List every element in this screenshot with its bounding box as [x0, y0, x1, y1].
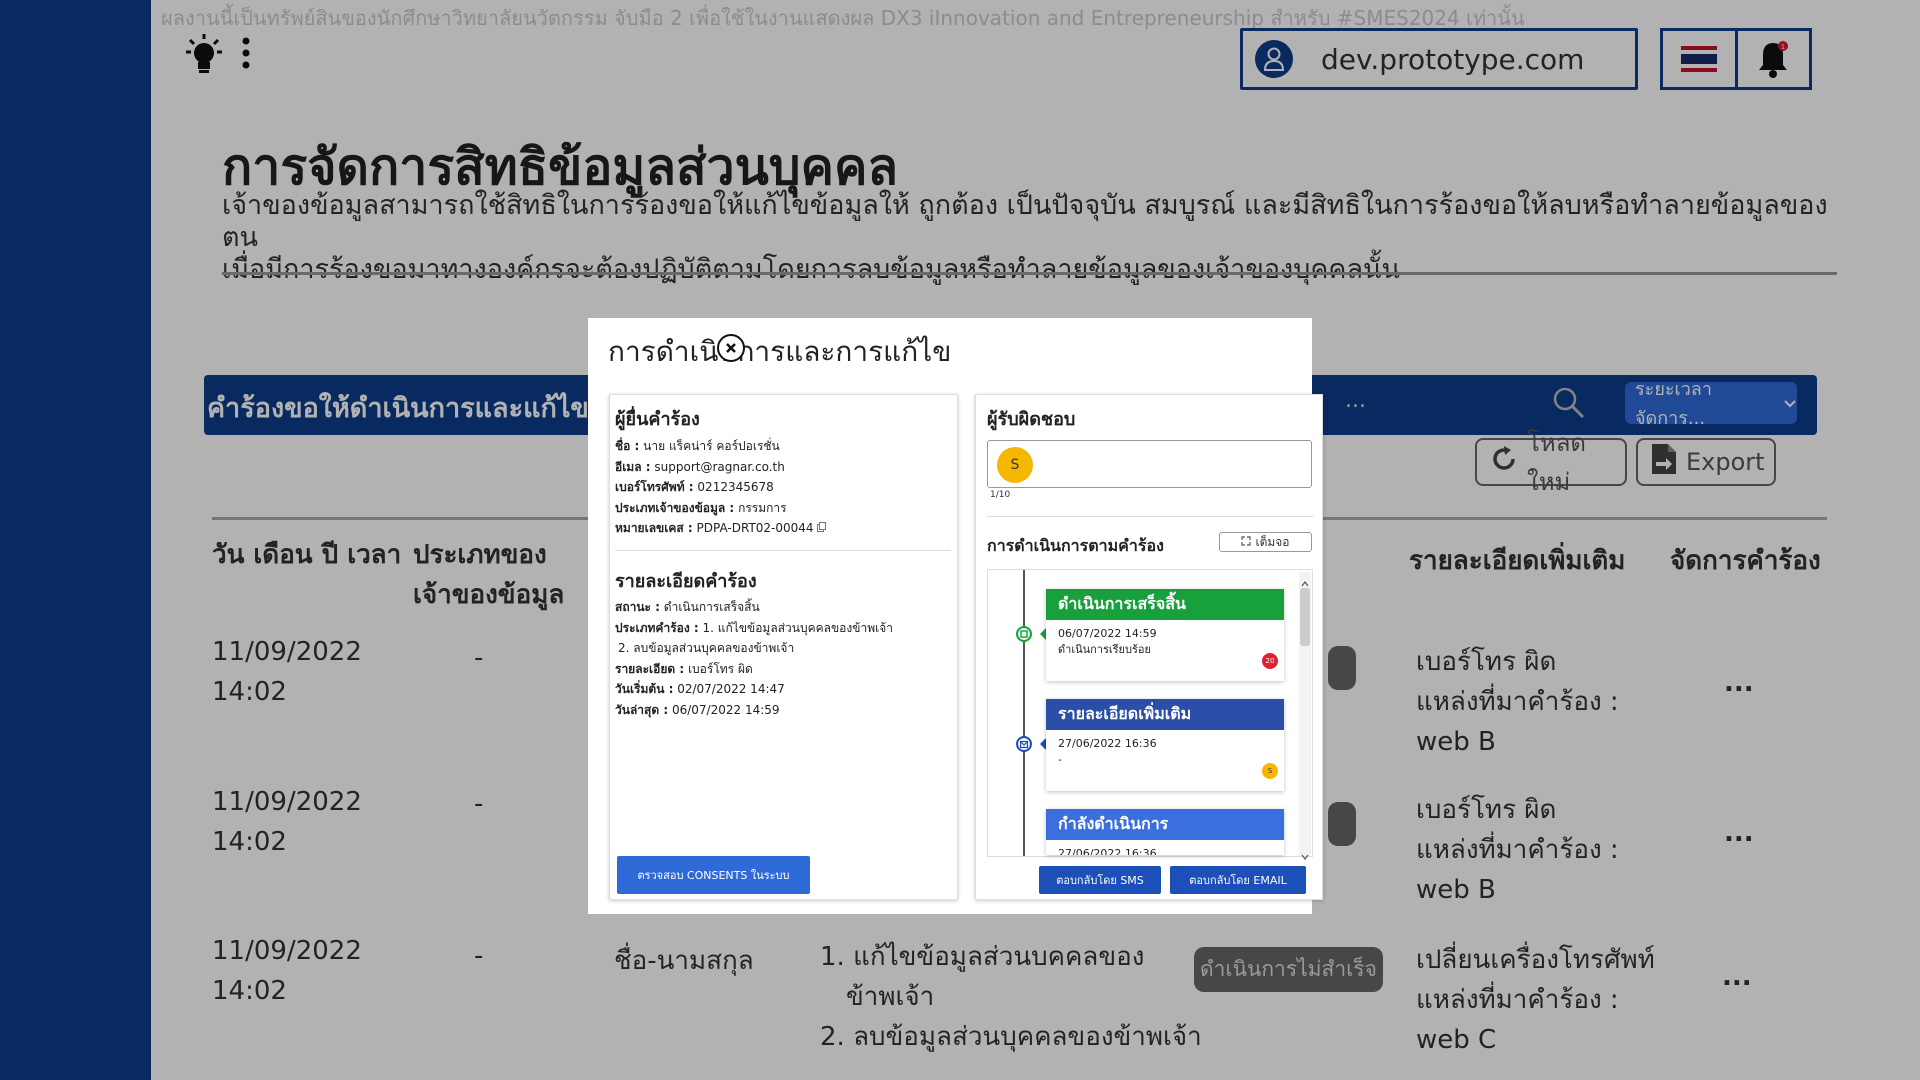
request-status: สถานะ : ดำเนินการเสร็จสิ้น: [615, 600, 760, 614]
assignee-heading: ผู้รับผิดชอบ: [987, 409, 1076, 430]
request-start: วันเริ่มต้น : 02/07/2022 14:47: [615, 682, 785, 696]
request-type-2: 2. ลบข้อมูลส่วนบุคคลของข้าพเจ้า: [618, 641, 795, 655]
requester-phone: เบอร์โทรศัพท์ : 0212345678: [615, 480, 774, 494]
request-details-heading: รายละเอียดคำร้อง: [615, 571, 757, 592]
chevron-down-icon[interactable]: [1301, 845, 1309, 864]
check-icon: [1016, 626, 1032, 642]
request-detail: รายละเอียด : เบอร์โทร ผิด: [615, 661, 753, 676]
timeline-item: ดำเนินการเสร็จสิ้น 06/07/2022 14:59 ดำเน…: [1046, 589, 1284, 681]
timeline-item-title: ดำเนินการเสร็จสิ้น: [1046, 589, 1284, 620]
requester-email: อีเมล : support@ragnar.co.th: [615, 459, 785, 474]
avatar: S: [1262, 763, 1278, 779]
requester-heading: ผู้ยื่นคำร้อง: [615, 409, 700, 430]
scrollbar-thumb[interactable]: [1300, 588, 1310, 646]
timeline-item-datetime: 27/06/2022 16:36: [1058, 737, 1157, 750]
request-details-info: สถานะ : ดำเนินการเสร็จสิ้น ประเภทคำร้อง …: [615, 597, 893, 720]
timeline-item-note: -: [1058, 753, 1062, 766]
expand-icon: [1241, 535, 1252, 549]
timeline-item-title: รายละเอียดเพิ่มเติม: [1046, 699, 1284, 730]
assignee-pager: 1/10: [990, 490, 1011, 500]
avatar: S: [997, 447, 1033, 483]
timeline-item-body: 27/06/2022 16:36 - S: [1046, 730, 1284, 779]
timeline-item-note: ดำเนินการเรียบร้อย: [1058, 643, 1151, 656]
request-type: ประเภทคำร้อง : 1. แก้ไขข้อมูลส่วนบุคคลขอ…: [615, 620, 893, 635]
fullscreen-label: เต็มจอ: [1255, 534, 1290, 549]
requester-info: ชื่อ : นาย แร็คน่าร์ คอร์ปอเรชั่น อีเมล …: [615, 436, 827, 539]
mail-icon: [1016, 736, 1032, 752]
copy-icon[interactable]: [817, 521, 827, 535]
close-icon[interactable]: [717, 334, 745, 362]
requester-case: หมายเลขเคส : PDPA-DRT02-00044: [615, 518, 827, 539]
avatar: 20: [1262, 653, 1278, 669]
check-consents-button[interactable]: ตรวจสอบ CONSENTS ในระบบ: [617, 856, 810, 894]
timeline-heading: การดำเนินการตามคำร้อง: [987, 536, 1164, 555]
assignee-field[interactable]: [987, 440, 1312, 488]
timeline-item-title: กำลังดำเนินการ: [1046, 809, 1284, 840]
timeline-item-datetime: 27/06/2022 16:36: [1058, 847, 1157, 855]
modal-title: การดำเนินการและการแก้ไข: [608, 335, 952, 368]
reply-sms-button[interactable]: ตอบกลับโดย SMS: [1039, 866, 1161, 894]
timeline-line: [1023, 570, 1025, 856]
reply-email-button[interactable]: ตอบกลับโดย EMAIL: [1170, 866, 1306, 894]
request-last: วันล่าสุด : 06/07/2022 14:59: [615, 702, 780, 717]
timeline-item-body: 27/06/2022 16:36: [1046, 840, 1284, 855]
timeline-item-datetime: 06/07/2022 14:59: [1058, 627, 1157, 640]
timeline-item: กำลังดำเนินการ 27/06/2022 16:36: [1046, 809, 1284, 855]
fullscreen-button[interactable]: เต็มจอ: [1219, 532, 1312, 552]
requester-name: ชื่อ : นาย แร็คน่าร์ คอร์ปอเรชั่น: [615, 439, 780, 453]
timeline-item-body: 06/07/2022 14:59 ดำเนินการเรียบร้อย 20: [1046, 620, 1284, 669]
divider: [987, 516, 1313, 517]
timeline-item: รายละเอียดเพิ่มเติม 27/06/2022 16:36 - S: [1046, 699, 1284, 791]
divider: [615, 550, 951, 551]
chevron-up-icon[interactable]: [1301, 572, 1309, 591]
requester-type: ประเภทเจ้าของข้อมูล : กรรมการ: [615, 500, 787, 515]
